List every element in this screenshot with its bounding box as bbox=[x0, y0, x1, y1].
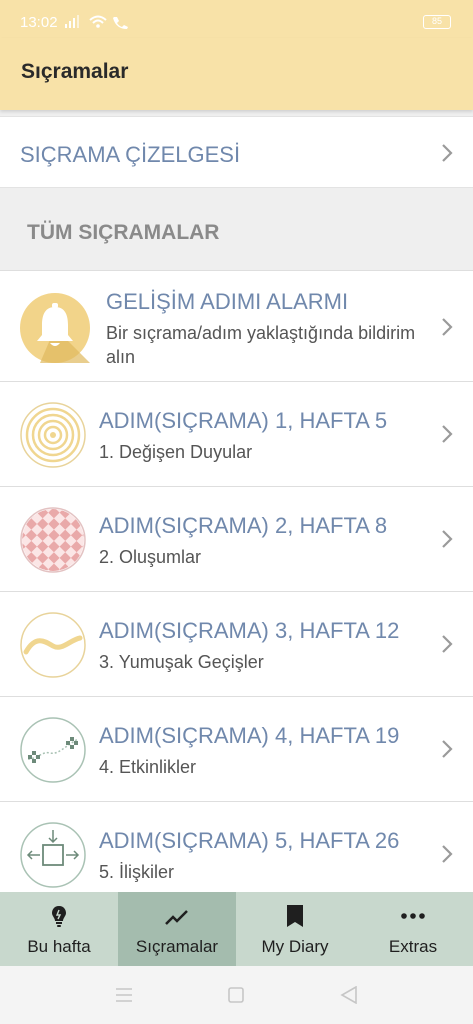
chevron-right-icon bbox=[442, 318, 453, 336]
chevron-right-icon bbox=[442, 144, 453, 162]
leap-title: ADIM(SIÇRAMA) 4, HAFTA 19 bbox=[99, 723, 400, 748]
status-bar: 13:02 85 bbox=[0, 0, 473, 38]
home-icon[interactable] bbox=[228, 987, 244, 1003]
back-icon[interactable] bbox=[340, 986, 358, 1004]
checker-icon bbox=[20, 507, 86, 573]
tab-sicramalar[interactable]: Sıçramalar bbox=[118, 892, 236, 966]
more-icon bbox=[401, 913, 425, 919]
leap-item-2[interactable]: ADIM(SIÇRAMA) 2, HAFTA 8 2. Oluşumlar bbox=[0, 487, 473, 592]
leap-title: ADIM(SIÇRAMA) 3, HAFTA 12 bbox=[99, 618, 400, 643]
leap-title: ADIM(SIÇRAMA) 2, HAFTA 8 bbox=[99, 513, 388, 538]
relations-icon bbox=[20, 822, 86, 888]
leap-list: GELİŞİM ADIMI ALARMI Bir sıçrama/adım ya… bbox=[0, 270, 473, 907]
chevron-right-icon bbox=[442, 845, 453, 863]
leap-subtitle: 3. Yumuşak Geçişler bbox=[99, 652, 264, 672]
tab-label: My Diary bbox=[261, 937, 329, 956]
leap-title: ADIM(SIÇRAMA) 5, HAFTA 26 bbox=[99, 828, 400, 853]
chevron-right-icon bbox=[442, 740, 453, 758]
app-bar: Sıçramalar bbox=[0, 38, 473, 110]
battery-icon: 85 bbox=[423, 15, 451, 29]
battery-level: 85 bbox=[431, 16, 442, 26]
leap-chart-label: SIÇRAMA ÇİZELGESİ bbox=[20, 142, 241, 167]
spiral-icon bbox=[20, 402, 86, 468]
section-header: TÜM SIÇRAMALAR bbox=[0, 188, 473, 270]
leap-subtitle: 2. Oluşumlar bbox=[99, 547, 202, 567]
events-icon bbox=[20, 717, 86, 783]
bell-icon bbox=[20, 293, 90, 363]
tab-my-diary[interactable]: My Diary bbox=[236, 892, 354, 966]
leap-item-4[interactable]: ADIM(SIÇRAMA) 4, HAFTA 19 4. Etkinlikler bbox=[0, 697, 473, 802]
leap-alarm-subtitle: Bir sıçrama/adım yaklaştığında bildirim … bbox=[106, 323, 416, 367]
tab-label: Extras bbox=[388, 937, 438, 956]
status-time: 13:02 bbox=[20, 14, 58, 31]
leap-subtitle: 5. İlişkiler bbox=[99, 862, 175, 882]
bottom-nav: Bu hafta Sıçramalar My Diary Extras bbox=[0, 892, 473, 966]
lightbulb-icon bbox=[52, 906, 66, 927]
wave-icon bbox=[20, 612, 86, 678]
tab-extras[interactable]: Extras bbox=[354, 892, 472, 966]
chevron-right-icon bbox=[442, 530, 453, 548]
menu-icon[interactable] bbox=[115, 987, 133, 1003]
page-title: Sıçramalar bbox=[21, 60, 129, 83]
signal-icons bbox=[65, 15, 128, 29]
leap-subtitle: 1. Değişen Duyular bbox=[99, 442, 253, 462]
leap-subtitle: 4. Etkinlikler bbox=[99, 757, 197, 777]
leap-chart-row[interactable]: SIÇRAMA ÇİZELGESİ bbox=[0, 116, 473, 188]
tab-label: Bu hafta bbox=[27, 937, 91, 956]
leap-title: ADIM(SIÇRAMA) 1, HAFTA 5 bbox=[99, 408, 388, 433]
tab-bu-hafta[interactable]: Bu hafta bbox=[0, 892, 118, 966]
leap-item-1[interactable]: ADIM(SIÇRAMA) 1, HAFTA 5 1. Değişen Duyu… bbox=[0, 382, 473, 487]
leap-item-3[interactable]: ADIM(SIÇRAMA) 3, HAFTA 12 3. Yumuşak Geç… bbox=[0, 592, 473, 697]
leap-alarm-title: GELİŞİM ADIMI ALARMI bbox=[106, 289, 349, 314]
section-header-label: TÜM SIÇRAMALAR bbox=[27, 221, 220, 244]
leap-alarm-item[interactable]: GELİŞİM ADIMI ALARMI Bir sıçrama/adım ya… bbox=[0, 270, 473, 382]
tab-label: Sıçramalar bbox=[135, 937, 219, 956]
chevron-right-icon bbox=[442, 635, 453, 653]
system-nav-bar bbox=[0, 966, 473, 1024]
trend-icon bbox=[165, 910, 188, 925]
chevron-right-icon bbox=[442, 425, 453, 443]
bookmark-icon bbox=[287, 905, 303, 927]
